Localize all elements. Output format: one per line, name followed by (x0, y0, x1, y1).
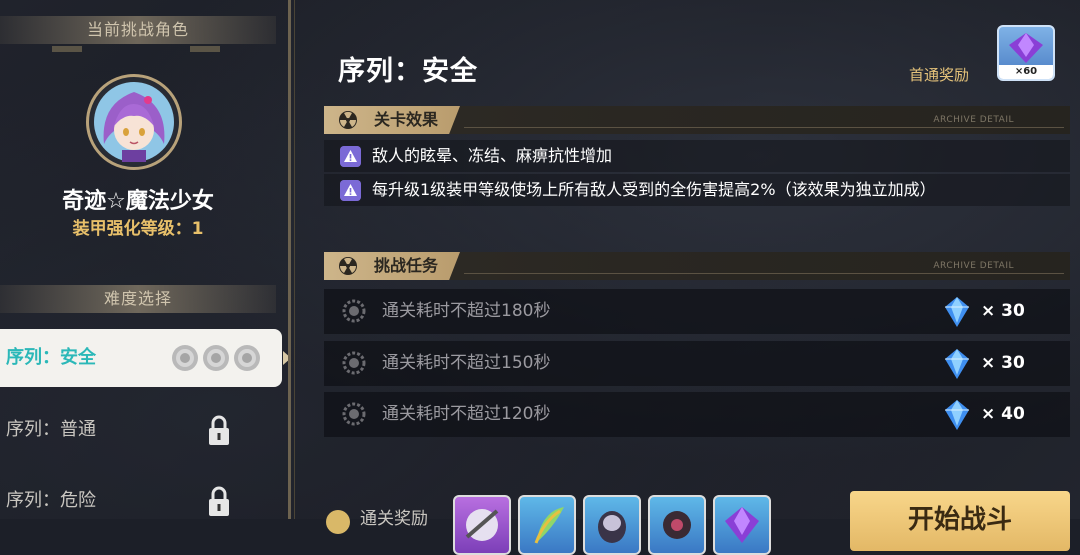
first-clear-reward-label: 首通奖励 (909, 66, 970, 84)
task-reward-amount: × 30 (981, 353, 1025, 373)
lock-icon (209, 415, 229, 445)
start-battle-button[interactable]: 开始战斗 (850, 491, 1070, 551)
challenge-task-row: 通关耗时不超过150秒 × 30 (324, 341, 1070, 386)
warning-icon (340, 180, 361, 201)
stage-effect-row: 每升级1级装甲等级使场上所有敌人受到的全伤害提高2%（该效果为独立加成） (324, 174, 1070, 206)
character-avatar[interactable] (86, 74, 182, 170)
left-panel: 当前挑战角色 奇迹☆魔法少女 装甲强化等级：1 难度选择 序列：安全 序列：普通… (0, 0, 291, 519)
purple-crystal-icon (725, 507, 759, 543)
challenge-task-label: 挑战任务 (374, 256, 439, 275)
avatar-left-ornament (52, 46, 82, 52)
stage-effect-label: 关卡效果 (374, 110, 439, 129)
clear-reward-label: 通关奖励 (360, 509, 428, 529)
task-medal-icon (342, 351, 366, 375)
feather-item-icon (534, 507, 564, 544)
task-text: 通关耗时不超过150秒 (382, 353, 551, 373)
archive-detail-text: ARCHIVE DETAIL (933, 261, 1014, 271)
difficulty-header: 难度选择 (0, 285, 276, 313)
challenge-task-row: 通关耗时不超过180秒 × 30 (324, 289, 1070, 334)
task-text: 通关耗时不超过120秒 (382, 404, 551, 424)
armor-level: 装甲强化等级：1 (72, 219, 204, 239)
sequence-title: 序列：安全 (338, 56, 478, 87)
reward-item-3[interactable] (583, 495, 641, 555)
hazard-icon (339, 257, 357, 275)
challenge-task-bar: 挑战任务 ARCHIVE DETAIL (324, 252, 1070, 280)
reward-item-1[interactable] (453, 495, 511, 555)
stage-effect-bar: 关卡效果 ARCHIVE DETAIL (324, 106, 1070, 134)
weapon-item-icon (465, 509, 499, 541)
current-character-header: 当前挑战角色 (0, 16, 276, 44)
effect-text: 每升级1级装甲等级使场上所有敌人受到的全伤害提高2%（该效果为独立加成） (372, 180, 936, 199)
task-medal-icon (342, 299, 366, 323)
flower-item-icon (663, 511, 691, 539)
medal-icon (234, 345, 260, 371)
difficulty-item-danger[interactable]: 序列：危险 (0, 472, 282, 530)
medal-icon (172, 345, 198, 371)
difficulty-label: 序列：普通 (6, 419, 96, 440)
helmet-item-icon (598, 511, 626, 543)
task-reward-amount: × 30 (981, 301, 1025, 321)
medal-icon (203, 345, 229, 371)
effect-text: 敌人的眩晕、冻结、麻痹抗性增加 (372, 146, 613, 165)
challenge-task-row: 通关耗时不超过120秒 × 40 (324, 392, 1070, 437)
character-name: 奇迹☆魔法少女 (62, 189, 214, 214)
panel-divider (288, 0, 291, 519)
reward-item-2[interactable] (518, 495, 576, 555)
task-medal-icon (342, 402, 366, 426)
reward-item-4[interactable] (648, 495, 706, 555)
panel-divider-thin (294, 0, 295, 519)
avatar-right-ornament (190, 46, 220, 52)
purple-crystal-icon (1009, 33, 1043, 63)
hazard-icon (339, 111, 357, 129)
reward-item-5[interactable] (713, 495, 771, 555)
first-clear-reward-count: ×60 (999, 65, 1053, 79)
crystal-icon (945, 297, 969, 327)
first-clear-reward-item[interactable]: ×60 (997, 25, 1055, 81)
lock-icon (209, 486, 229, 516)
difficulty-label: 序列：安全 (6, 347, 96, 368)
reward-coin-icon (326, 510, 350, 534)
difficulty-item-normal[interactable]: 序列：普通 (0, 401, 282, 459)
task-text: 通关耗时不超过180秒 (382, 301, 551, 321)
crystal-icon (945, 400, 969, 430)
difficulty-label: 序列：危险 (6, 490, 96, 511)
archive-detail-text: ARCHIVE DETAIL (933, 115, 1014, 125)
crystal-icon (945, 349, 969, 379)
task-reward-amount: × 40 (981, 404, 1025, 424)
difficulty-item-safe[interactable]: 序列：安全 (0, 329, 291, 387)
character-portrait-icon (94, 82, 174, 162)
stage-effect-row: 敌人的眩晕、冻结、麻痹抗性增加 (324, 140, 1070, 172)
warning-icon (340, 146, 361, 167)
